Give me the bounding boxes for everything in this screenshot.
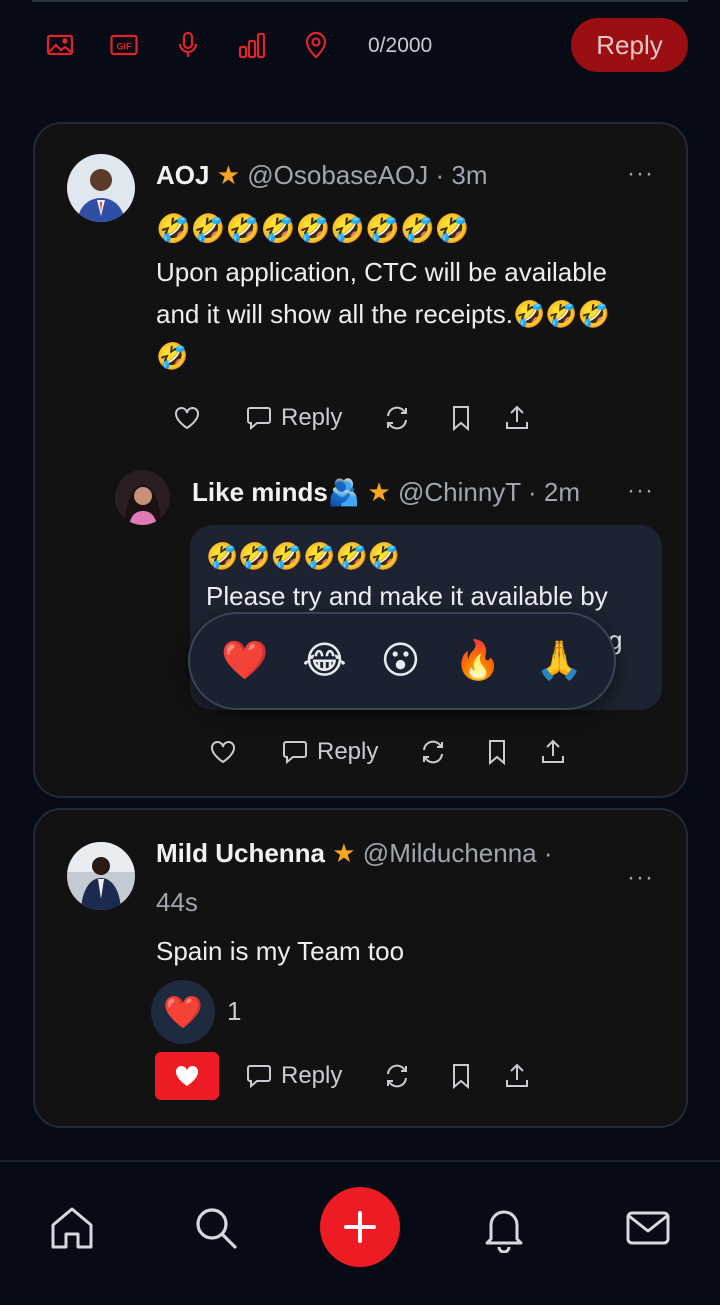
reaction-pray[interactable]: 🙏 xyxy=(536,642,583,680)
heart-icon xyxy=(211,741,235,764)
bookmark-icon xyxy=(453,1064,469,1090)
post-actions: Reply xyxy=(173,398,573,438)
composer-divider xyxy=(32,0,688,2)
repost-icon xyxy=(387,406,407,430)
separator: · xyxy=(435,160,445,190)
reply-header: Like minds🫂 ★ @ChinnyT · 2m xyxy=(192,477,580,508)
star-icon: ★ xyxy=(332,838,356,868)
image-icon[interactable] xyxy=(45,30,75,60)
post-actions: Reply xyxy=(155,1052,575,1100)
mail-icon[interactable] xyxy=(620,1200,676,1256)
reply-text-line: Please try and make it available by xyxy=(206,581,608,611)
reaction-heart[interactable]: ❤️ xyxy=(221,642,268,680)
post-header: Mild Uchenna ★ @Milduchenna · xyxy=(156,838,553,869)
post-time: 44s xyxy=(156,887,198,917)
author-name[interactable]: Mild Uchenna xyxy=(156,838,325,868)
author-handle[interactable]: @OsobaseAOJ xyxy=(247,160,428,190)
reaction-chip[interactable]: ❤️ xyxy=(151,980,215,1044)
post-text-line: and it will show all the receipts.🤣🤣🤣 xyxy=(156,299,611,329)
reaction-laugh[interactable]: 😂 xyxy=(302,642,346,680)
comment-icon xyxy=(247,1065,271,1089)
reaction-fire[interactable]: 🔥 xyxy=(454,642,501,680)
search-icon[interactable] xyxy=(188,1200,244,1256)
reply-button[interactable]: Reply xyxy=(245,1056,342,1096)
post-time: 3m xyxy=(451,160,488,190)
share-button[interactable] xyxy=(503,1056,531,1096)
mic-icon[interactable] xyxy=(173,30,203,60)
heart-icon xyxy=(175,407,199,430)
share-icon xyxy=(506,1063,528,1087)
more-options-icon[interactable]: ··· xyxy=(627,160,654,188)
bookmark-icon xyxy=(489,740,505,766)
separator: · xyxy=(543,838,553,868)
share-icon xyxy=(506,405,528,429)
post-time: 2m xyxy=(543,477,580,507)
post-text-line: Upon application, CTC will be available xyxy=(156,257,607,287)
repost-button[interactable] xyxy=(383,1056,411,1096)
bell-icon[interactable] xyxy=(476,1200,532,1256)
reply-submit-button[interactable]: Reply xyxy=(571,18,688,72)
svg-text:GIF: GIF xyxy=(117,42,133,52)
bookmark-button[interactable] xyxy=(447,398,475,438)
bookmark-icon xyxy=(453,406,469,432)
repost-icon xyxy=(387,1064,407,1088)
reply-emoji-line: 🤣🤣🤣🤣🤣🤣 xyxy=(206,541,401,571)
author-name[interactable]: Like minds🫂 xyxy=(192,477,360,507)
avatar[interactable] xyxy=(67,842,135,910)
author-name[interactable]: AOJ xyxy=(156,160,209,190)
post-header: AOJ ★ @OsobaseAOJ · 3m xyxy=(156,160,488,191)
post-text-line: 🤣 xyxy=(156,341,189,371)
reaction-picker: ❤️ 😂 😮 🔥 🙏 xyxy=(188,612,616,710)
avatar[interactable] xyxy=(67,154,135,222)
repost-button[interactable] xyxy=(383,398,411,438)
comment-icon xyxy=(283,741,307,765)
bottom-navigation xyxy=(0,1160,720,1305)
author-handle[interactable]: @Milduchenna xyxy=(363,838,537,868)
plus-icon xyxy=(344,1211,376,1243)
like-button-active[interactable] xyxy=(155,1052,219,1100)
repost-icon xyxy=(423,740,443,764)
gif-icon[interactable]: GIF xyxy=(109,30,139,60)
create-button[interactable] xyxy=(320,1187,400,1267)
heart-icon xyxy=(175,1065,199,1086)
star-icon: ★ xyxy=(367,477,391,507)
poll-icon[interactable] xyxy=(237,30,267,60)
post-text: Spain is my Team too xyxy=(156,936,405,966)
character-counter: 0/2000 xyxy=(368,34,433,57)
reaction-wow[interactable]: 😮 xyxy=(381,642,421,680)
comment-icon xyxy=(247,407,271,431)
reply-label: Reply xyxy=(281,1062,343,1089)
more-options-icon[interactable]: ··· xyxy=(627,477,654,505)
repost-button[interactable] xyxy=(419,732,447,772)
reply-actions: Reply xyxy=(209,732,609,772)
home-icon[interactable] xyxy=(44,1200,100,1256)
more-options-icon[interactable]: ··· xyxy=(627,864,654,892)
avatar[interactable] xyxy=(115,470,170,525)
bookmark-button[interactable] xyxy=(483,732,511,772)
separator: · xyxy=(527,477,537,507)
star-icon: ★ xyxy=(216,160,241,190)
bookmark-button[interactable] xyxy=(447,1056,475,1096)
reply-label: Reply xyxy=(317,738,379,765)
author-handle[interactable]: @ChinnyT xyxy=(398,477,521,507)
location-icon[interactable] xyxy=(301,30,331,60)
share-button[interactable] xyxy=(539,732,567,772)
reply-label: Reply xyxy=(281,404,343,431)
composer-toolbar: GIF 0/2000 Reply xyxy=(0,14,720,78)
reply-button[interactable]: Reply xyxy=(281,732,378,772)
reaction-count: 1 xyxy=(227,996,242,1026)
post-card: Mild Uchenna ★ @Milduchenna · 44s ··· Sp… xyxy=(33,808,688,1128)
post-emoji-line: 🤣🤣🤣🤣🤣🤣🤣🤣🤣 xyxy=(156,213,470,244)
reply-button[interactable]: Reply xyxy=(245,398,342,438)
share-icon xyxy=(542,739,564,763)
like-button[interactable] xyxy=(209,732,237,772)
share-button[interactable] xyxy=(503,398,531,438)
like-button[interactable] xyxy=(173,398,201,438)
